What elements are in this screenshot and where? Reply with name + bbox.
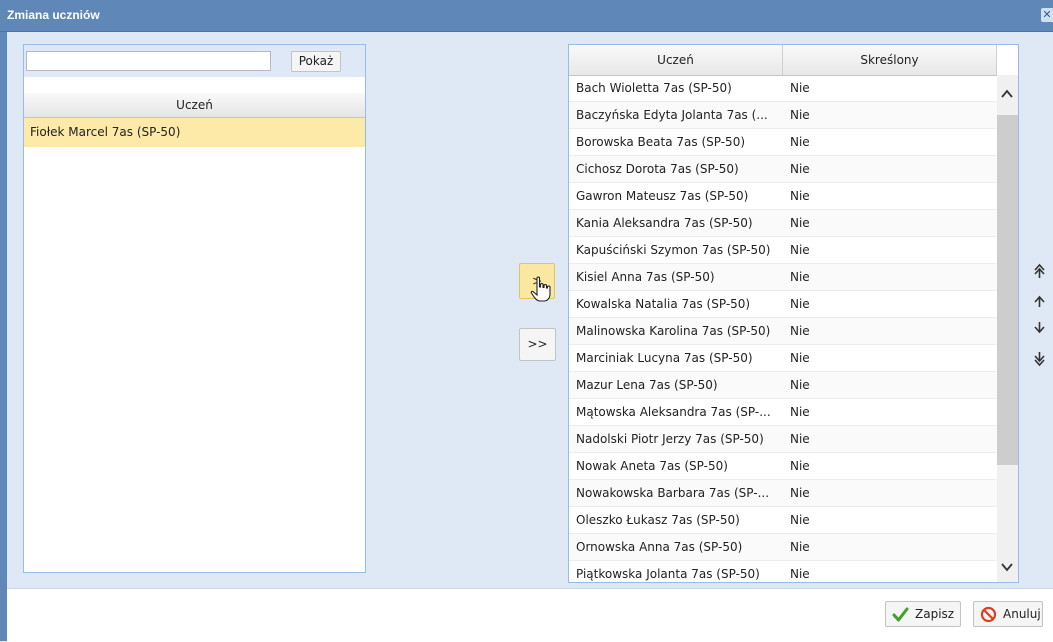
removed-cell: Nie	[790, 378, 810, 392]
removed-cell: Nie	[790, 513, 810, 527]
available-students-panel: Pokaż Uczeń Fiołek Marcel 7as (SP-50)	[23, 44, 366, 573]
removed-cell: Nie	[790, 243, 810, 257]
move-all-button[interactable]: >>	[519, 328, 556, 361]
show-button[interactable]: Pokaż	[291, 51, 341, 72]
student-name-cell: Nadolski Piotr Jerzy 7as (SP-50)	[576, 432, 764, 446]
student-name-cell: Mazur Lena 7as (SP-50)	[576, 378, 718, 392]
table-row[interactable]: Borowska Beata 7as (SP-50) Nie	[569, 129, 997, 156]
removed-cell: Nie	[790, 108, 810, 122]
student-name-cell: Oleszko Łukasz 7as (SP-50)	[576, 513, 740, 527]
student-name-cell: Mątowska Aleksandra 7as (SP-...	[576, 405, 771, 419]
checkmark-icon	[892, 607, 909, 622]
close-icon[interactable]: ✕	[1041, 8, 1053, 22]
student-name-cell: Kapuściński Szymon 7as (SP-50)	[576, 243, 771, 257]
move-down-icon[interactable]	[1027, 317, 1052, 339]
table-row[interactable]: Malinowska Karolina 7as (SP-50) Nie	[569, 318, 997, 345]
removed-cell: Nie	[790, 135, 810, 149]
student-name-cell: Kisiel Anna 7as (SP-50)	[576, 270, 715, 284]
removed-cell: Nie	[790, 216, 810, 230]
column-header-student[interactable]: Uczeń	[569, 45, 783, 75]
vertical-scrollbar[interactable]	[997, 75, 1018, 582]
table-row[interactable]: Nowakowska Barbara 7as (SP-... Nie	[569, 480, 997, 507]
dialog-title: Zmiana uczniów	[7, 8, 100, 22]
table-row[interactable]: Oleszko Łukasz 7as (SP-50) Nie	[569, 507, 997, 534]
cancel-button-label: Anuluj	[1003, 607, 1041, 621]
grid-body: Bach Wioletta 7as (SP-50) Nie Baczyńska Ed…	[569, 75, 997, 582]
table-row[interactable]: Baczyńska Edyta Jolanta 7as (... Nie	[569, 102, 997, 129]
student-name-cell: Marciniak Lucyna 7as (SP-50)	[576, 351, 753, 365]
removed-cell: Nie	[790, 324, 810, 338]
assigned-students-grid: Uczeń Skreślony Bach Wioletta 7as (SP-50…	[568, 44, 1019, 583]
student-name-cell: Malinowska Karolina 7as (SP-50)	[576, 324, 771, 338]
save-button-label: Zapisz	[915, 607, 955, 621]
title-bar: Zmiana uczniów ✕	[0, 0, 1053, 32]
scroll-down-icon[interactable]	[1000, 560, 1014, 574]
move-top-icon[interactable]	[1027, 260, 1052, 282]
table-row[interactable]: Ornowska Anna 7as (SP-50) Nie	[569, 534, 997, 561]
table-row[interactable]: Kisiel Anna 7as (SP-50) Nie	[569, 264, 997, 291]
dialog-footer: Zapisz Anuluj	[7, 588, 1053, 642]
search-toolbar: Pokaż	[24, 45, 365, 77]
list-item[interactable]: Fiołek Marcel 7as (SP-50)	[24, 118, 365, 147]
table-row[interactable]: Kowalska Natalia 7as (SP-50) Nie	[569, 291, 997, 318]
move-bottom-icon[interactable]	[1027, 348, 1052, 370]
removed-cell: Nie	[790, 432, 810, 446]
column-header-student[interactable]: Uczeń	[24, 93, 365, 118]
student-name-cell: Baczyńska Edyta Jolanta 7as (...	[576, 108, 768, 122]
student-name-cell: Nowakowska Barbara 7as (SP-...	[576, 486, 770, 500]
save-button[interactable]: Zapisz	[885, 601, 961, 627]
removed-cell: Nie	[790, 567, 810, 581]
student-name-cell: Kania Aleksandra 7as (SP-50)	[576, 216, 753, 230]
student-name-cell: Bach Wioletta 7as (SP-50)	[576, 81, 732, 95]
table-row[interactable]: Bach Wioletta 7as (SP-50) Nie	[569, 75, 997, 102]
move-up-icon[interactable]	[1027, 290, 1052, 312]
table-row[interactable]: Nadolski Piotr Jerzy 7as (SP-50) Nie	[569, 426, 997, 453]
table-row[interactable]: Cichosz Dorota 7as (SP-50) Nie	[569, 156, 997, 183]
window-left-border	[0, 32, 7, 641]
dialog-body: Pokaż Uczeń Fiołek Marcel 7as (SP-50) > …	[7, 32, 1053, 588]
search-input[interactable]	[26, 51, 271, 71]
student-name-cell: Cichosz Dorota 7as (SP-50)	[576, 162, 739, 176]
removed-cell: Nie	[790, 486, 810, 500]
hand-cursor-icon	[530, 276, 551, 302]
removed-cell: Nie	[790, 351, 810, 365]
student-name-cell: Nowak Aneta 7as (SP-50)	[576, 459, 728, 473]
student-name-cell: Kowalska Natalia 7as (SP-50)	[576, 297, 751, 311]
scrollbar-thumb[interactable]	[997, 115, 1018, 465]
column-header-removed[interactable]: Skreślony	[783, 45, 997, 75]
student-name-cell: Gawron Mateusz 7as (SP-50)	[576, 189, 749, 203]
removed-cell: Nie	[790, 162, 810, 176]
removed-cell: Nie	[790, 540, 810, 554]
removed-cell: Nie	[790, 459, 810, 473]
removed-cell: Nie	[790, 297, 810, 311]
table-row[interactable]: Marciniak Lucyna 7as (SP-50) Nie	[569, 345, 997, 372]
grid-header: Uczeń Skreślony	[569, 45, 997, 76]
scroll-up-icon[interactable]	[1000, 87, 1014, 101]
cancel-button[interactable]: Anuluj	[973, 601, 1043, 627]
table-row[interactable]: Gawron Mateusz 7as (SP-50) Nie	[569, 183, 997, 210]
student-name-cell: Piątkowska Jolanta 7as (SP-50)	[576, 567, 760, 581]
removed-cell: Nie	[790, 189, 810, 203]
dialog-window: Zmiana uczniów ✕ Pokaż Uczeń Fiołek Marc…	[0, 0, 1053, 642]
removed-cell: Nie	[790, 405, 810, 419]
table-row[interactable]: Nowak Aneta 7as (SP-50) Nie	[569, 453, 997, 480]
table-row[interactable]: Mazur Lena 7as (SP-50) Nie	[569, 372, 997, 399]
table-row[interactable]: Piątkowska Jolanta 7as (SP-50) Nie	[569, 561, 997, 582]
removed-cell: Nie	[790, 81, 810, 95]
table-row[interactable]: Mątowska Aleksandra 7as (SP-... Nie	[569, 399, 997, 426]
cancel-icon	[980, 606, 997, 623]
table-row[interactable]: Kania Aleksandra 7as (SP-50) Nie	[569, 210, 997, 237]
student-name-cell: Ornowska Anna 7as (SP-50)	[576, 540, 743, 554]
removed-cell: Nie	[790, 270, 810, 284]
table-row[interactable]: Kapuściński Szymon 7as (SP-50) Nie	[569, 237, 997, 264]
student-name-cell: Borowska Beata 7as (SP-50)	[576, 135, 746, 149]
